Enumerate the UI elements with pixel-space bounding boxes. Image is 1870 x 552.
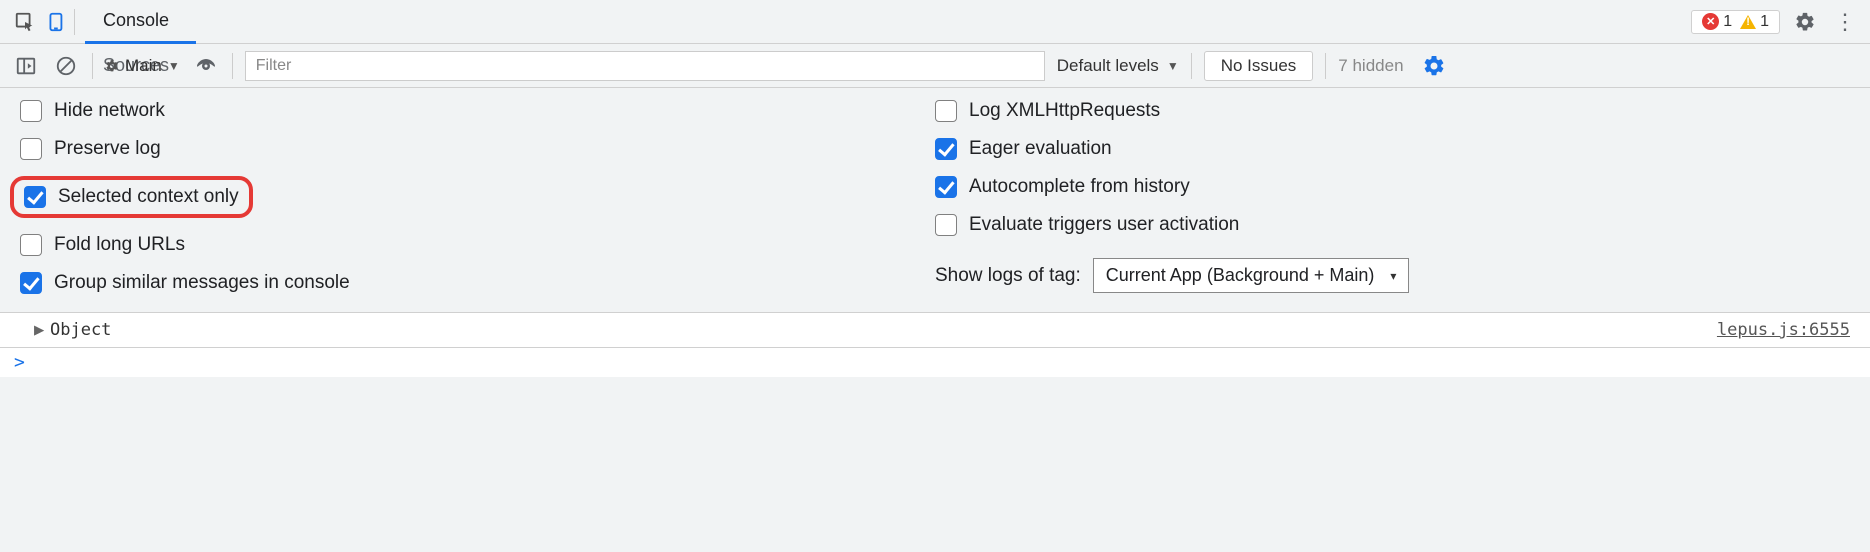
separator: [92, 53, 93, 79]
setting-right-3[interactable]: Evaluate triggers user activation: [935, 214, 1850, 236]
tabbar-right: ✕ 1 ! 1 ⋮: [1691, 7, 1860, 37]
filter-input[interactable]: [245, 51, 1045, 81]
setting-left-0[interactable]: Hide network: [20, 100, 935, 122]
error-icon: ✕: [1702, 13, 1719, 30]
separator: [232, 53, 233, 79]
chevron-down-icon: ▾: [1390, 269, 1396, 283]
checkbox[interactable]: [935, 138, 957, 160]
setting-left-4[interactable]: Group similar messages in console: [20, 272, 935, 294]
checkbox-label: Evaluate triggers user activation: [969, 214, 1239, 236]
setting-right-2[interactable]: Autocomplete from history: [935, 176, 1850, 198]
console-log-row[interactable]: ▶ Object lepus.js:6555: [0, 313, 1870, 347]
checkbox-label: Autocomplete from history: [969, 176, 1190, 198]
issues-button[interactable]: No Issues: [1204, 51, 1314, 81]
checkbox-label: Group similar messages in console: [54, 272, 350, 294]
console-output: ▶ Object lepus.js:6555: [0, 313, 1870, 348]
inspect-element-icon[interactable]: [10, 7, 40, 37]
separator: [1191, 53, 1192, 79]
toggle-sidebar-icon[interactable]: [12, 52, 40, 80]
checkbox-label: Eager evaluation: [969, 138, 1112, 160]
status-pill[interactable]: ✕ 1 ! 1: [1691, 10, 1780, 34]
settings-right-column: Log XMLHttpRequests Eager evaluation Autoc…: [935, 100, 1850, 294]
checkbox[interactable]: [20, 138, 42, 160]
checkbox[interactable]: [24, 186, 46, 208]
separator: [1325, 53, 1326, 79]
setting-right-1[interactable]: Eager evaluation: [935, 138, 1850, 160]
setting-right-0[interactable]: Log XMLHttpRequests: [935, 100, 1850, 122]
warning-status: ! 1: [1740, 13, 1769, 31]
devtools-tabbar: ElementsConsoleSources ✕ 1 ! 1 ⋮: [0, 0, 1870, 44]
chevron-down-icon: ▼: [168, 59, 180, 73]
settings-left-column: Hide network Preserve log Selected context…: [20, 100, 935, 294]
checkbox-label: Fold long URLs: [54, 234, 185, 256]
clear-console-icon[interactable]: [52, 52, 80, 80]
checkbox-label: Selected context only: [58, 186, 239, 208]
more-icon[interactable]: ⋮: [1830, 7, 1860, 37]
setting-left-2[interactable]: Selected context only: [24, 186, 239, 208]
console-toolbar: Main ▼ Default levels ▼ No Issues 7 hidd…: [0, 44, 1870, 88]
object-label: Object: [50, 320, 111, 340]
console-settings-panel: Hide network Preserve log Selected context…: [0, 88, 1870, 313]
issues-label: No Issues: [1221, 56, 1297, 75]
settings-icon[interactable]: [1790, 7, 1820, 37]
show-logs-tag-row: Show logs of tag: Current App (Background…: [935, 258, 1850, 293]
console-prompt[interactable]: >: [0, 348, 1870, 377]
checkbox[interactable]: [20, 272, 42, 294]
source-link[interactable]: lepus.js:6555: [1717, 320, 1850, 340]
separator: [74, 9, 75, 35]
console-settings-icon[interactable]: [1420, 52, 1448, 80]
tag-label: Show logs of tag:: [935, 265, 1081, 287]
levels-label: Default levels: [1057, 56, 1159, 76]
tab-console[interactable]: Console: [85, 0, 196, 44]
device-toggle-icon[interactable]: [40, 7, 70, 37]
setting-left-1[interactable]: Preserve log: [20, 138, 935, 160]
checkbox[interactable]: [935, 176, 957, 198]
prompt-chevron-icon: >: [14, 352, 25, 373]
checkbox[interactable]: [935, 100, 957, 122]
setting-left-3[interactable]: Fold long URLs: [20, 234, 935, 256]
log-levels-picker[interactable]: Default levels ▼: [1057, 56, 1179, 76]
context-label: Main: [125, 56, 162, 76]
chevron-down-icon: ▼: [1167, 59, 1179, 73]
checkbox-label: Log XMLHttpRequests: [969, 100, 1160, 122]
checkbox[interactable]: [20, 100, 42, 122]
execution-context-picker[interactable]: Main ▼: [105, 56, 180, 76]
error-status: ✕ 1: [1702, 13, 1732, 31]
expand-caret-icon[interactable]: ▶: [34, 320, 46, 340]
checkbox-label: Preserve log: [54, 138, 161, 160]
warning-icon: !: [1740, 15, 1756, 29]
checkbox[interactable]: [935, 214, 957, 236]
checkbox[interactable]: [20, 234, 42, 256]
gear-icon: [105, 59, 119, 73]
highlight-annotation: Selected context only: [10, 176, 253, 218]
live-expression-icon[interactable]: [192, 52, 220, 80]
tag-select[interactable]: Current App (Background + Main) ▾: [1093, 258, 1410, 293]
error-count: 1: [1723, 13, 1732, 31]
checkbox-label: Hide network: [54, 100, 165, 122]
hidden-messages-count[interactable]: 7 hidden: [1338, 56, 1403, 76]
warning-count: 1: [1760, 13, 1769, 31]
tag-value: Current App (Background + Main): [1106, 265, 1375, 286]
